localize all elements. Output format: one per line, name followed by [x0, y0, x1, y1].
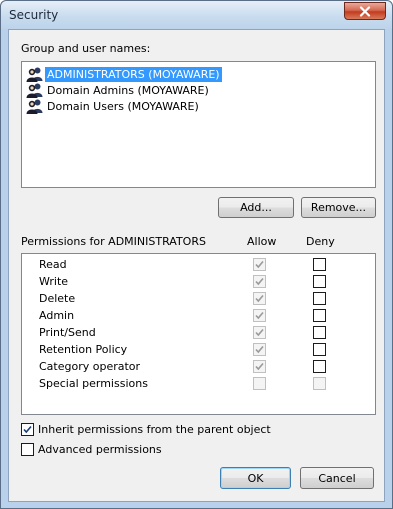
- user-group-icon: [26, 99, 43, 114]
- deny-checkbox[interactable]: [313, 326, 326, 339]
- permission-name: Special permissions: [39, 377, 148, 390]
- deny-checkbox[interactable]: [313, 258, 326, 271]
- permission-row: Read: [22, 256, 375, 273]
- permission-row: Special permissions: [22, 375, 375, 392]
- permission-row: Print/Send: [22, 324, 375, 341]
- deny-checkbox[interactable]: [313, 343, 326, 356]
- permission-row: Category operator: [22, 358, 375, 375]
- add-button[interactable]: Add...: [218, 197, 294, 218]
- user-list-item[interactable]: Domain Admins (MOYAWARE): [26, 82, 211, 98]
- allow-checkbox: [253, 258, 266, 271]
- advanced-permissions-checkbox[interactable]: [21, 443, 34, 456]
- permission-row: Retention Policy: [22, 341, 375, 358]
- user-group-icon: [26, 83, 43, 98]
- dialog-client-area: Group and user names: ADMINISTRATORS (MO…: [8, 29, 385, 502]
- user-list[interactable]: ADMINISTRATORS (MOYAWARE) Domain Admins (…: [21, 61, 376, 188]
- ok-button[interactable]: OK: [220, 467, 291, 489]
- permission-name: Read: [39, 258, 67, 271]
- permission-name: Write: [39, 275, 69, 288]
- user-name: Domain Admins (MOYAWARE): [47, 83, 209, 97]
- close-button[interactable]: [344, 2, 386, 20]
- allow-checkbox: [253, 292, 266, 305]
- allow-checkbox: [253, 326, 266, 339]
- permission-row: Write: [22, 273, 375, 290]
- allow-checkbox: [253, 377, 266, 390]
- cancel-button[interactable]: Cancel: [300, 467, 374, 489]
- user-list-item[interactable]: ADMINISTRATORS (MOYAWARE): [26, 66, 222, 82]
- title-bar[interactable]: Security: [1, 1, 392, 29]
- deny-checkbox: [313, 377, 326, 390]
- allow-checkbox: [253, 275, 266, 288]
- deny-checkbox[interactable]: [313, 292, 326, 305]
- permission-name: Print/Send: [39, 326, 96, 339]
- deny-checkbox[interactable]: [313, 309, 326, 322]
- window-title: Security: [9, 8, 59, 22]
- permission-name: Delete: [39, 292, 76, 305]
- permissions-list: Read Write Delete Admin Print/Send Retention …: [21, 253, 376, 415]
- permission-row: Delete: [22, 290, 375, 307]
- user-list-item[interactable]: Domain Users (MOYAWARE): [26, 98, 201, 114]
- inherit-permissions-checkbox[interactable]: [21, 423, 34, 436]
- close-icon: [359, 5, 371, 17]
- deny-column-header: Deny: [306, 235, 335, 248]
- permission-name: Admin: [39, 309, 75, 322]
- permissions-heading: Permissions for ADMINISTRATORS: [21, 235, 206, 248]
- deny-checkbox[interactable]: [313, 275, 326, 288]
- permission-row: Admin: [22, 307, 375, 324]
- allow-checkbox: [253, 309, 266, 322]
- permission-name: Retention Policy: [39, 343, 128, 356]
- user-name: Domain Users (MOYAWARE): [47, 99, 199, 113]
- users-heading: Group and user names:: [21, 42, 151, 55]
- remove-button[interactable]: Remove...: [301, 197, 376, 218]
- user-name: ADMINISTRATORS (MOYAWARE): [45, 66, 222, 82]
- allow-checkbox: [253, 360, 266, 373]
- inherit-permissions-option[interactable]: Inherit permissions from the parent obje…: [21, 423, 271, 436]
- deny-checkbox[interactable]: [313, 360, 326, 373]
- user-group-icon: [26, 67, 43, 82]
- allow-column-header: Allow: [247, 235, 277, 248]
- security-dialog: Security Group and user names: ADMINISTR…: [0, 0, 393, 509]
- inherit-permissions-label: Inherit permissions from the parent obje…: [38, 423, 271, 436]
- permission-name: Category operator: [39, 360, 141, 373]
- advanced-permissions-label: Advanced permissions: [38, 443, 162, 456]
- allow-checkbox: [253, 343, 266, 356]
- advanced-permissions-option[interactable]: Advanced permissions: [21, 443, 162, 456]
